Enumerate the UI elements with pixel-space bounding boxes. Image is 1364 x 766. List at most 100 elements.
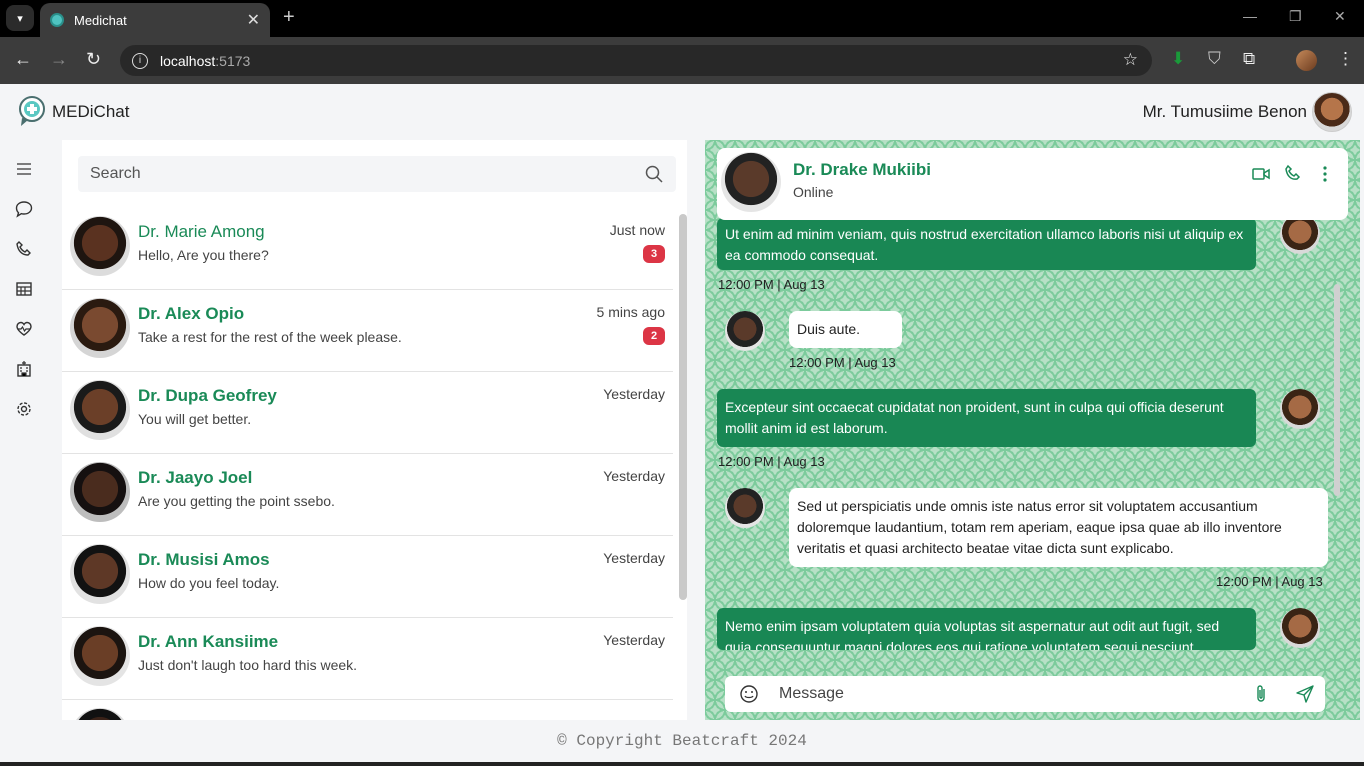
message-incoming: Duis aute. xyxy=(789,311,902,348)
emoji-icon[interactable] xyxy=(739,684,759,704)
tab-title: Medichat xyxy=(74,12,127,28)
contact-last-message: How do you feel today. xyxy=(138,575,280,591)
current-user-avatar[interactable] xyxy=(1312,92,1352,132)
chat-panel: Dr. Drake Mukiibi Online Ut enim ad mini… xyxy=(705,140,1360,720)
shield-extension-icon[interactable]: ⛉ xyxy=(1208,49,1221,69)
restore-button[interactable]: ❐ xyxy=(1289,8,1302,25)
contact-time: 5 mins ago xyxy=(596,304,665,320)
site-info-icon[interactable]: i xyxy=(132,52,148,69)
send-icon[interactable] xyxy=(1295,684,1315,704)
message-timestamp: 12:00 PM | Aug 13 xyxy=(1216,574,1323,589)
contact-name: Dr. Ann Kansiime xyxy=(138,632,279,651)
minimize-button[interactable]: — xyxy=(1243,8,1257,24)
contact-row[interactable]: Dr. Jaayo Joel Are you getting the point… xyxy=(62,454,673,536)
tab-search-button[interactable]: ▾ xyxy=(6,5,34,31)
chat-contact-avatar[interactable] xyxy=(721,152,781,212)
message-incoming: Sed ut perspiciatis unde omnis iste natu… xyxy=(789,488,1328,567)
browser-tabbar: ▾ Medichat ✕ + — ❐ ✕ xyxy=(0,0,1364,37)
video-call-icon[interactable] xyxy=(1251,164,1271,184)
contact-avatar xyxy=(70,708,130,720)
contact-last-message: Are you getting the point ssebo. xyxy=(138,493,335,509)
message-outgoing: Excepteur sint occaecat cupidatat non pr… xyxy=(717,389,1256,447)
browser-menu-icon[interactable]: ⋮ xyxy=(1337,49,1354,69)
contact-row[interactable]: Dr. Musisi Amos How do you feel today. Y… xyxy=(62,536,673,618)
sender-avatar xyxy=(1280,389,1320,429)
url-port: :5173 xyxy=(215,52,251,69)
contacts-panel: Dr. Marie Among Hello, Are you there? Ju… xyxy=(62,140,687,720)
chat-contact-status: Online xyxy=(793,184,834,200)
contact-name: Dr. Alex Opio xyxy=(138,304,245,323)
more-options-icon[interactable] xyxy=(1315,164,1335,184)
browser-tab[interactable]: Medichat ✕ xyxy=(40,3,270,37)
new-tab-button[interactable]: + xyxy=(283,6,295,29)
contact-avatar xyxy=(70,380,130,440)
contact-row-partial[interactable] xyxy=(62,700,673,720)
contact-avatar xyxy=(70,298,130,358)
search-icon[interactable] xyxy=(644,164,664,184)
reload-button[interactable]: ↻ xyxy=(86,49,101,70)
hospital-icon[interactable] xyxy=(15,360,33,378)
app-header: MEDiChat Mr. Tumusiime Benon xyxy=(0,84,1364,140)
message-composer xyxy=(725,676,1325,712)
heart-pulse-icon[interactable] xyxy=(15,320,33,338)
contact-last-message: Just don't laugh too hard this week. xyxy=(138,657,358,673)
nav-rail xyxy=(0,140,48,720)
contact-avatar xyxy=(70,544,130,604)
contact-row[interactable]: Dr. Ann Kansiime Just don't laugh too ha… xyxy=(62,618,673,700)
voice-call-icon[interactable] xyxy=(1283,164,1303,184)
phone-icon[interactable] xyxy=(15,240,33,258)
contact-time: Yesterday xyxy=(603,550,665,566)
message-outgoing: Nemo enim ipsam voluptatem quia voluptas… xyxy=(717,608,1256,650)
bookmark-star-icon[interactable]: ☆ xyxy=(1123,50,1138,70)
message-timestamp: 12:00 PM | Aug 13 xyxy=(718,277,825,292)
contact-row[interactable]: Dr. Alex Opio Take a rest for the rest o… xyxy=(62,290,673,372)
contact-time: Yesterday xyxy=(603,386,665,402)
contact-time: Yesterday xyxy=(603,632,665,648)
browser-address-bar: ← → ↻ i localhost:5173 ☆ ⬇ ⛉ ⧉ ⋮ xyxy=(0,37,1364,84)
medichat-favicon-icon xyxy=(50,13,64,27)
current-user-name[interactable]: Mr. Tumusiime Benon xyxy=(1143,102,1307,122)
contact-avatar xyxy=(70,626,130,686)
close-window-button[interactable]: ✕ xyxy=(1334,8,1346,25)
contacts-scrollbar[interactable] xyxy=(679,214,687,600)
message-outgoing: Ut enim ad minim veniam, quis nostrud ex… xyxy=(717,218,1256,270)
footer-copyright: © Copyright Beatcraft 2024 xyxy=(557,732,807,750)
chat-header: Dr. Drake Mukiibi Online xyxy=(717,148,1348,220)
extensions-puzzle-icon[interactable]: ⧉ xyxy=(1243,49,1255,69)
attachment-paperclip-icon[interactable] xyxy=(1253,684,1269,704)
message-clip: Nemo enim ipsam voluptatem quia voluptas… xyxy=(717,608,1256,650)
contact-name: Dr. Jaayo Joel xyxy=(138,468,253,487)
contact-row[interactable]: Dr. Dupa Geofrey You will get better. Ye… xyxy=(62,372,673,454)
back-button[interactable]: ← xyxy=(14,49,32,70)
chat-bubble-icon[interactable] xyxy=(15,200,33,218)
contact-name: Dr. Dupa Geofrey xyxy=(138,386,277,405)
tab-close-icon[interactable]: ✕ xyxy=(247,10,260,30)
contact-avatar xyxy=(70,216,130,276)
download-extension-icon[interactable]: ⬇ xyxy=(1171,49,1185,69)
search-input[interactable] xyxy=(90,165,644,183)
message-timestamp: 12:00 PM | Aug 13 xyxy=(718,454,825,469)
contact-name: Dr. Marie Among xyxy=(138,222,265,241)
chat-contact-name[interactable]: Dr. Drake Mukiibi xyxy=(793,160,931,180)
unread-badge: 3 xyxy=(643,245,665,263)
calendar-table-icon[interactable] xyxy=(15,280,33,298)
contact-row[interactable]: Dr. Marie Among Hello, Are you there? Ju… xyxy=(62,208,673,290)
url-host: localhost xyxy=(160,52,216,69)
settings-gear-icon[interactable] xyxy=(15,400,33,418)
window-bottom-edge xyxy=(0,762,1364,766)
contact-avatar xyxy=(70,462,130,522)
contact-last-message: Hello, Are you there? xyxy=(138,247,269,263)
browser-profile-avatar[interactable] xyxy=(1296,50,1317,71)
forward-button[interactable]: → xyxy=(50,49,68,70)
hamburger-menu-icon[interactable] xyxy=(15,160,33,178)
contact-list: Dr. Marie Among Hello, Are you there? Ju… xyxy=(62,208,673,720)
contact-name: Dr. Musisi Amos xyxy=(138,550,270,569)
sender-avatar xyxy=(1280,608,1320,648)
contact-time: Just now xyxy=(609,222,665,238)
chat-scrollbar[interactable] xyxy=(1334,284,1340,496)
url-bar[interactable]: i localhost:5173 ☆ xyxy=(120,45,1152,76)
medichat-logo-icon xyxy=(19,96,45,126)
app-name: MEDiChat xyxy=(52,102,130,121)
contact-message-avatar xyxy=(725,311,765,351)
message-input[interactable] xyxy=(779,682,1239,706)
